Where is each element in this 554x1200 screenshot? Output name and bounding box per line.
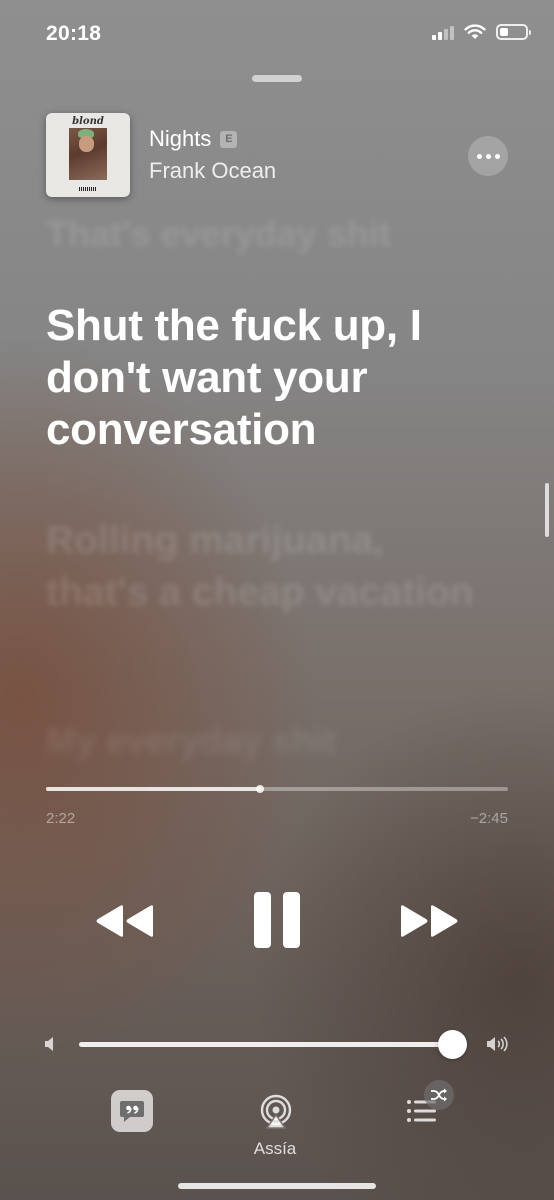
remaining-time: −2:45 bbox=[470, 810, 508, 827]
album-art-logo: blond bbox=[72, 116, 104, 127]
lyric-line-next[interactable]: Rolling marijuana, that's a cheap vacati… bbox=[46, 515, 486, 619]
lyrics-button[interactable] bbox=[111, 1090, 153, 1132]
sheet-grabber[interactable] bbox=[252, 75, 302, 82]
fast-forward-button[interactable] bbox=[399, 895, 461, 947]
volume-slider-knob[interactable] bbox=[438, 1030, 467, 1059]
lyric-line-previous[interactable]: That's everyday shit bbox=[46, 213, 486, 255]
shuffle-icon bbox=[431, 1088, 447, 1102]
speaker-low-icon bbox=[45, 1037, 53, 1051]
shuffle-badge bbox=[424, 1080, 454, 1110]
battery-icon bbox=[496, 24, 531, 40]
playback-scrubber[interactable] bbox=[46, 785, 508, 793]
lyrics-scroll-indicator[interactable] bbox=[545, 483, 549, 537]
wifi-icon bbox=[464, 24, 486, 39]
album-art[interactable]: blond bbox=[46, 113, 130, 197]
elapsed-time: 2:22 bbox=[46, 810, 76, 827]
track-artist[interactable]: Frank Ocean bbox=[149, 158, 276, 184]
track-title-row: Nights E bbox=[149, 126, 238, 152]
lyric-line-upcoming[interactable]: My everyday shit bbox=[46, 720, 486, 762]
rewind-button[interactable] bbox=[93, 895, 155, 947]
playback-scrubber-knob[interactable] bbox=[256, 785, 265, 793]
fast-forward-icon bbox=[401, 905, 458, 937]
lyrics-quote-icon bbox=[120, 1101, 144, 1122]
lyric-line-current[interactable]: Shut the fuck up, I don't want your conv… bbox=[46, 300, 496, 456]
track-title: Nights bbox=[149, 126, 212, 151]
explicit-badge: E bbox=[220, 130, 238, 148]
airplay-button[interactable] bbox=[258, 1094, 294, 1135]
pause-button[interactable] bbox=[250, 889, 304, 951]
pause-icon bbox=[254, 892, 300, 948]
rewind-icon bbox=[96, 905, 153, 937]
ellipsis-icon bbox=[476, 153, 482, 159]
home-indicator[interactable] bbox=[178, 1183, 376, 1189]
airplay-device-label[interactable]: Assía bbox=[240, 1139, 310, 1159]
cellular-signal-icon bbox=[432, 24, 454, 40]
playback-progress-fill bbox=[46, 787, 261, 791]
volume-fill bbox=[79, 1042, 452, 1047]
status-time: 20:18 bbox=[46, 22, 102, 45]
status-icons bbox=[432, 24, 531, 40]
volume-slider[interactable] bbox=[79, 1030, 467, 1059]
more-options-button[interactable] bbox=[468, 136, 508, 176]
airplay-icon bbox=[260, 1094, 292, 1129]
speaker-high-icon bbox=[487, 1036, 508, 1052]
